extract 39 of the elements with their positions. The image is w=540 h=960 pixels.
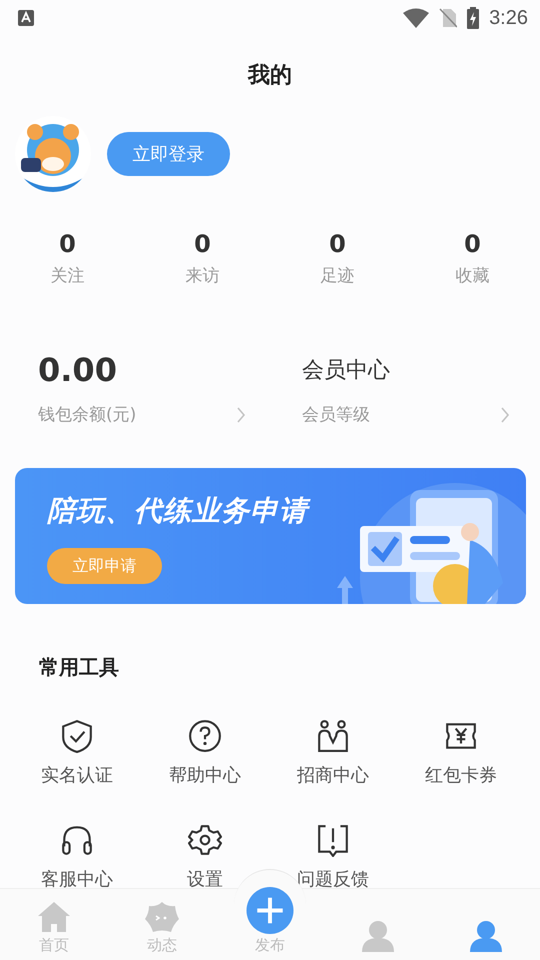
people-icon[interactable]	[316, 719, 350, 753]
tool-label[interactable]: 设置	[187, 867, 223, 888]
wifi-icon	[403, 8, 430, 28]
tool-label[interactable]: 实名认证	[41, 763, 113, 787]
tool-label[interactable]: 红包卡券	[425, 763, 497, 787]
member-center-title: 会员中心	[302, 357, 391, 385]
stat-label[interactable]: 收藏	[456, 264, 490, 287]
help-icon[interactable]	[188, 719, 222, 753]
nav-label[interactable]: 动态	[147, 936, 177, 955]
clock-time: 3:26	[489, 6, 528, 30]
shield-icon[interactable]	[60, 719, 94, 753]
stat-label[interactable]: 足迹	[320, 264, 354, 287]
person-icon[interactable]	[469, 920, 503, 952]
section-title: 常用工具	[39, 654, 120, 681]
headset-icon[interactable]	[60, 823, 94, 857]
nav-label[interactable]: 首页	[39, 936, 69, 955]
notification-icon	[18, 10, 34, 26]
page-title: 我的	[246, 62, 293, 90]
nav-label[interactable]: 发布	[255, 936, 285, 955]
apply-button[interactable]: 立即申请	[47, 548, 162, 584]
wallet-balance: 0.00	[38, 351, 118, 391]
feedback-icon[interactable]	[316, 823, 350, 857]
plus-icon[interactable]	[246, 887, 294, 934]
stat-label[interactable]: 来访	[186, 264, 220, 287]
stat-count: 0	[194, 230, 211, 258]
settings-icon[interactable]	[188, 823, 222, 857]
tool-label[interactable]: 客服中心	[41, 867, 113, 888]
battery-icon	[467, 7, 480, 29]
login-button[interactable]: 立即登录	[107, 132, 230, 176]
stat-label[interactable]: 关注	[50, 264, 84, 287]
stat-count: 0	[329, 230, 346, 258]
tool-label[interactable]: 问题反馈	[297, 867, 369, 888]
member-level-label: 会员等级	[302, 404, 370, 426]
tool-label[interactable]: 招商中心	[297, 763, 369, 787]
wallet-label: 钱包余额(元)	[38, 404, 136, 426]
stat-count: 0	[59, 230, 76, 258]
tool-label[interactable]: 帮助中心	[169, 763, 241, 787]
stat-count: 0	[464, 230, 481, 258]
no-sim-icon	[439, 8, 458, 28]
